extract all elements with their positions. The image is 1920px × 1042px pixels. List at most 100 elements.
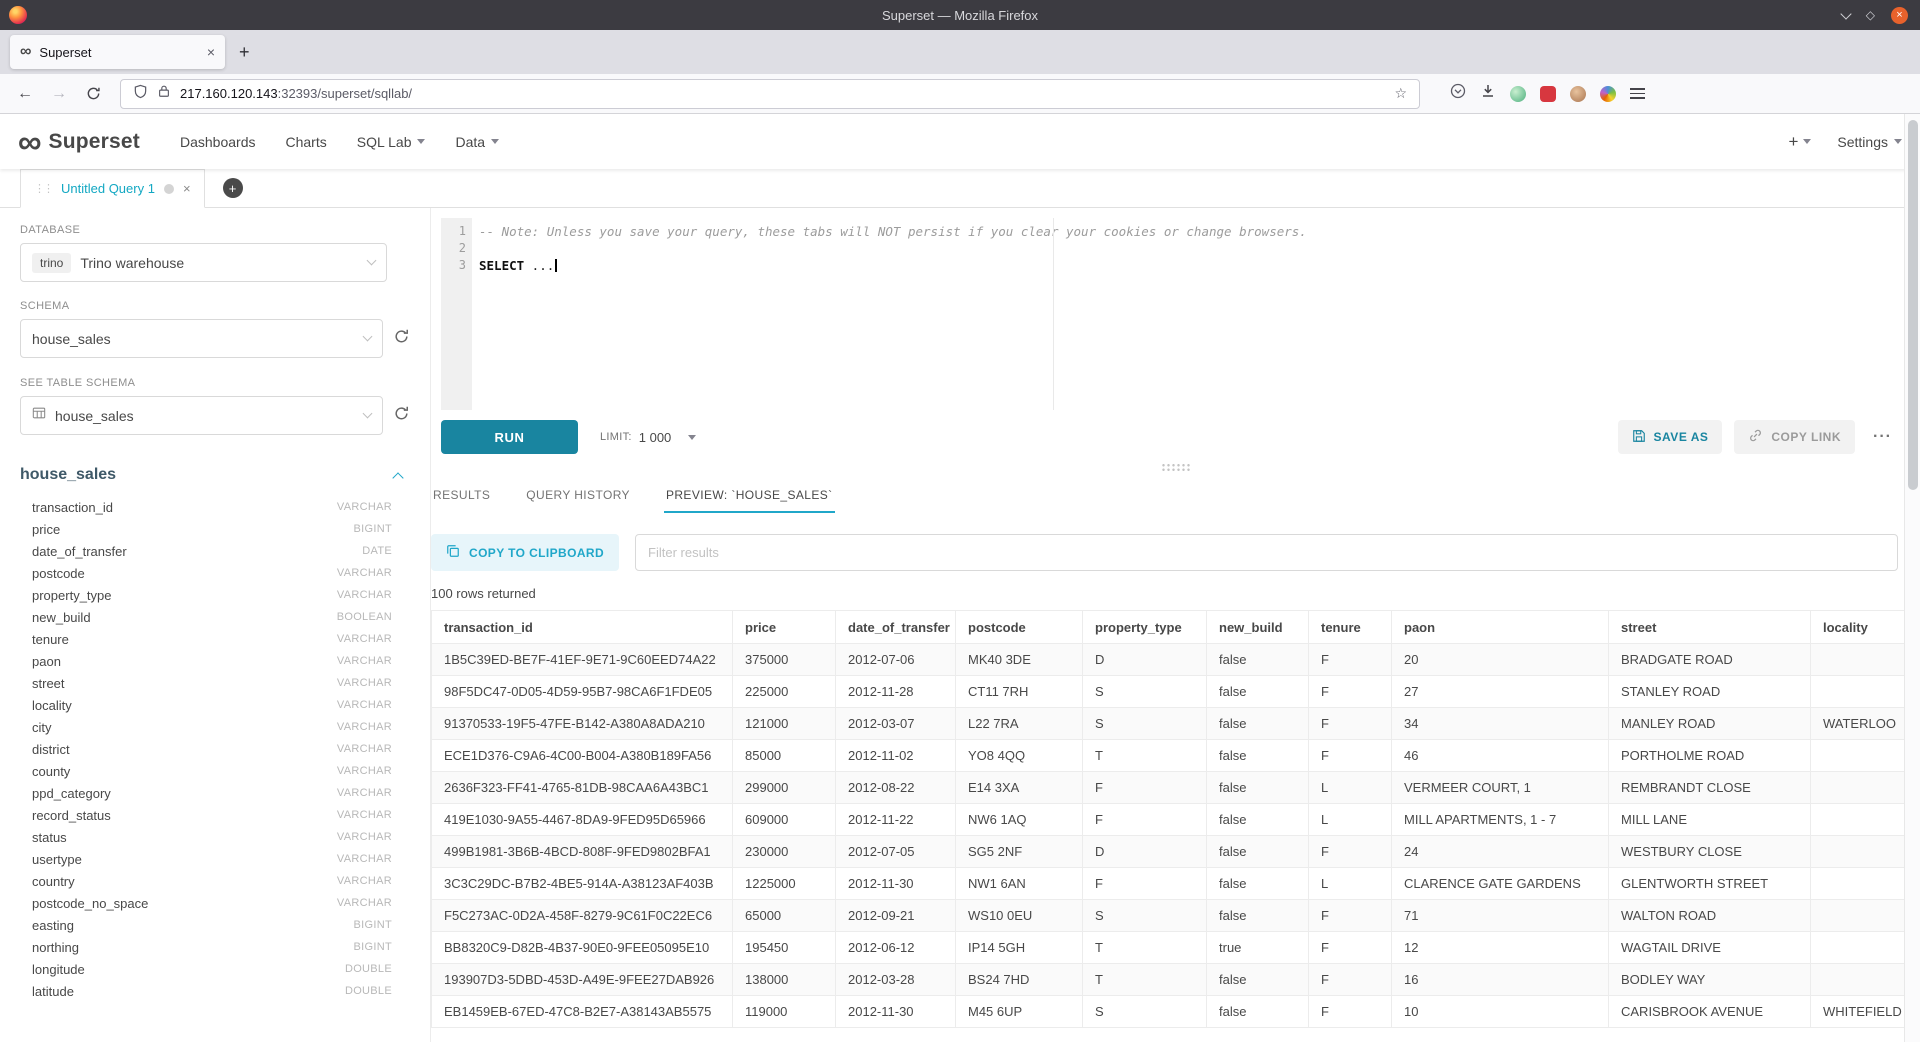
- page-scrollbar[interactable]: [1904, 114, 1920, 1042]
- nav-dashboards[interactable]: Dashboards: [180, 134, 256, 150]
- nav-data[interactable]: Data: [455, 134, 499, 150]
- copy-link-button[interactable]: COPY LINK: [1734, 420, 1855, 454]
- superset-logo[interactable]: ∞ Superset: [18, 127, 140, 157]
- query-tab-close-icon[interactable]: ×: [183, 181, 191, 196]
- query-tab[interactable]: ⋮⋮ Untitled Query 1 ×: [20, 169, 205, 208]
- sql-editor[interactable]: 1 2 3 -- Note: Unless you save your quer…: [441, 218, 1898, 410]
- add-query-tab-button[interactable]: +: [223, 178, 243, 198]
- results-column-header[interactable]: price: [733, 611, 836, 644]
- pocket-icon[interactable]: [1450, 83, 1466, 104]
- settings-menu[interactable]: Settings: [1837, 134, 1902, 150]
- table-schema-label: SEE TABLE SCHEMA: [20, 377, 410, 389]
- results-column-header[interactable]: date_of_transfer: [836, 611, 956, 644]
- table-cell: CARISBROOK AVENUE: [1609, 996, 1811, 1028]
- window-minimize-icon[interactable]: [1840, 8, 1851, 19]
- table-cell: F: [1309, 932, 1392, 964]
- table-select[interactable]: house_sales: [20, 396, 383, 435]
- table-cell: false: [1207, 868, 1309, 900]
- database-label: DATABASE: [20, 224, 410, 236]
- downloads-icon[interactable]: [1480, 83, 1496, 104]
- extension-icon[interactable]: [1510, 86, 1526, 102]
- table-cell: WS10 0EU: [956, 900, 1083, 932]
- database-select[interactable]: trino Trino warehouse: [20, 243, 387, 282]
- table-cell: 2636F323-FF41-4765-81DB-98CAA6A43BC1: [432, 772, 733, 804]
- results-column-header[interactable]: street: [1609, 611, 1811, 644]
- browser-tab-title: Superset: [39, 45, 198, 60]
- limit-dropdown[interactable]: LIMIT: 1 000: [600, 430, 696, 445]
- tab-close-icon[interactable]: ×: [207, 44, 215, 60]
- collapse-chevron-up-icon[interactable]: [392, 472, 403, 483]
- schema-column-row: paonVARCHAR: [32, 650, 392, 672]
- reload-icon[interactable]: [78, 79, 108, 109]
- scrollbar-thumb[interactable]: [1908, 120, 1918, 490]
- schema-column-row: streetVARCHAR: [32, 672, 392, 694]
- tracking-shield-icon[interactable]: [133, 84, 148, 104]
- tab-query-history[interactable]: QUERY HISTORY: [524, 478, 632, 513]
- table-cell: L: [1309, 804, 1392, 836]
- schema-column-row: localityVARCHAR: [32, 694, 392, 716]
- editor-print-margin: [1053, 218, 1054, 410]
- new-tab-button[interactable]: +: [239, 42, 250, 63]
- table-name-heading[interactable]: house_sales: [20, 466, 116, 484]
- table-cell: F5C273AC-0D2A-458F-8279-9C61F0C22EC6: [432, 900, 733, 932]
- back-icon[interactable]: ←: [10, 79, 40, 109]
- copy-to-clipboard-button[interactable]: COPY TO CLIPBOARD: [431, 534, 619, 571]
- tab-results[interactable]: RESULTS: [431, 478, 492, 513]
- run-button[interactable]: RUN: [441, 420, 578, 454]
- refresh-tables-icon[interactable]: [393, 405, 410, 427]
- schema-value: house_sales: [32, 331, 111, 347]
- window-maximize-icon[interactable]: ◇: [1866, 9, 1875, 21]
- browser-tab[interactable]: ∞ Superset ×: [10, 35, 225, 69]
- query-status-dot: [164, 184, 174, 194]
- column-type: VARCHAR: [337, 743, 392, 755]
- nav-charts[interactable]: Charts: [286, 134, 327, 150]
- table-cell: 1B5C39ED-BE7F-41EF-9E71-9C60EED74A22: [432, 644, 733, 676]
- table-row: 499B1981-3B6B-4BCD-808F-9FED9802BFA12300…: [432, 836, 1920, 868]
- table-cell: S: [1083, 676, 1207, 708]
- filter-results-input[interactable]: [635, 534, 1898, 571]
- table-cell: REMBRANDT CLOSE: [1609, 772, 1811, 804]
- site-security-lock-icon[interactable]: [157, 84, 171, 103]
- more-actions-icon[interactable]: ···: [1867, 428, 1898, 446]
- schema-column-row: districtVARCHAR: [32, 738, 392, 760]
- tab-preview-house-sales[interactable]: PREVIEW: `HOUSE_SALES`: [664, 478, 835, 513]
- url-bar[interactable]: 217.160.120.143:32393/superset/sqllab/ ☆: [120, 79, 1420, 109]
- query-tab-bar: ⋮⋮ Untitled Query 1 × +: [0, 169, 1920, 208]
- table-row: EB1459EB-67ED-47C8-B2E7-A38143AB55751190…: [432, 996, 1920, 1028]
- results-column-header[interactable]: tenure: [1309, 611, 1392, 644]
- drag-grip-icon: ⋮⋮: [34, 182, 52, 195]
- table-cell: WALTON ROAD: [1609, 900, 1811, 932]
- link-icon: [1748, 428, 1763, 446]
- results-column-header[interactable]: new_build: [1207, 611, 1309, 644]
- results-column-header[interactable]: transaction_id: [432, 611, 733, 644]
- editor-content[interactable]: -- Note: Unless you save your query, the…: [472, 218, 1898, 274]
- table-cell: CLARENCE GATE GARDENS: [1392, 868, 1609, 900]
- nav-sql-lab[interactable]: SQL Lab: [357, 134, 426, 150]
- results-column-header[interactable]: postcode: [956, 611, 1083, 644]
- table-cell: 24: [1392, 836, 1609, 868]
- ublock-extension-icon[interactable]: [1540, 86, 1556, 102]
- table-cell: 1225000: [733, 868, 836, 900]
- table-cell: MILL LANE: [1609, 804, 1811, 836]
- refresh-schemas-icon[interactable]: [393, 328, 410, 350]
- url-text[interactable]: 217.160.120.143:32393/superset/sqllab/: [180, 86, 1385, 101]
- table-cell: S: [1083, 900, 1207, 932]
- window-close-icon[interactable]: ×: [1891, 7, 1908, 24]
- results-column-header[interactable]: property_type: [1083, 611, 1207, 644]
- bookmark-star-icon[interactable]: ☆: [1394, 85, 1407, 102]
- table-cell: 299000: [733, 772, 836, 804]
- column-name: transaction_id: [32, 500, 113, 515]
- table-cell: false: [1207, 964, 1309, 996]
- results-column-header[interactable]: paon: [1392, 611, 1609, 644]
- extension-icon[interactable]: [1600, 86, 1616, 102]
- add-new-menu[interactable]: +: [1788, 132, 1811, 152]
- schema-select[interactable]: house_sales: [20, 319, 383, 358]
- column-type: BIGINT: [354, 941, 392, 953]
- brand-name: Superset: [49, 130, 140, 154]
- extension-icon[interactable]: [1570, 86, 1586, 102]
- save-as-button[interactable]: SAVE AS: [1618, 420, 1723, 454]
- table-cell: F: [1309, 740, 1392, 772]
- pane-resize-handle[interactable]: [431, 456, 1920, 478]
- table-cell: MILL APARTMENTS, 1 - 7: [1392, 804, 1609, 836]
- menu-hamburger-icon[interactable]: [1630, 88, 1645, 99]
